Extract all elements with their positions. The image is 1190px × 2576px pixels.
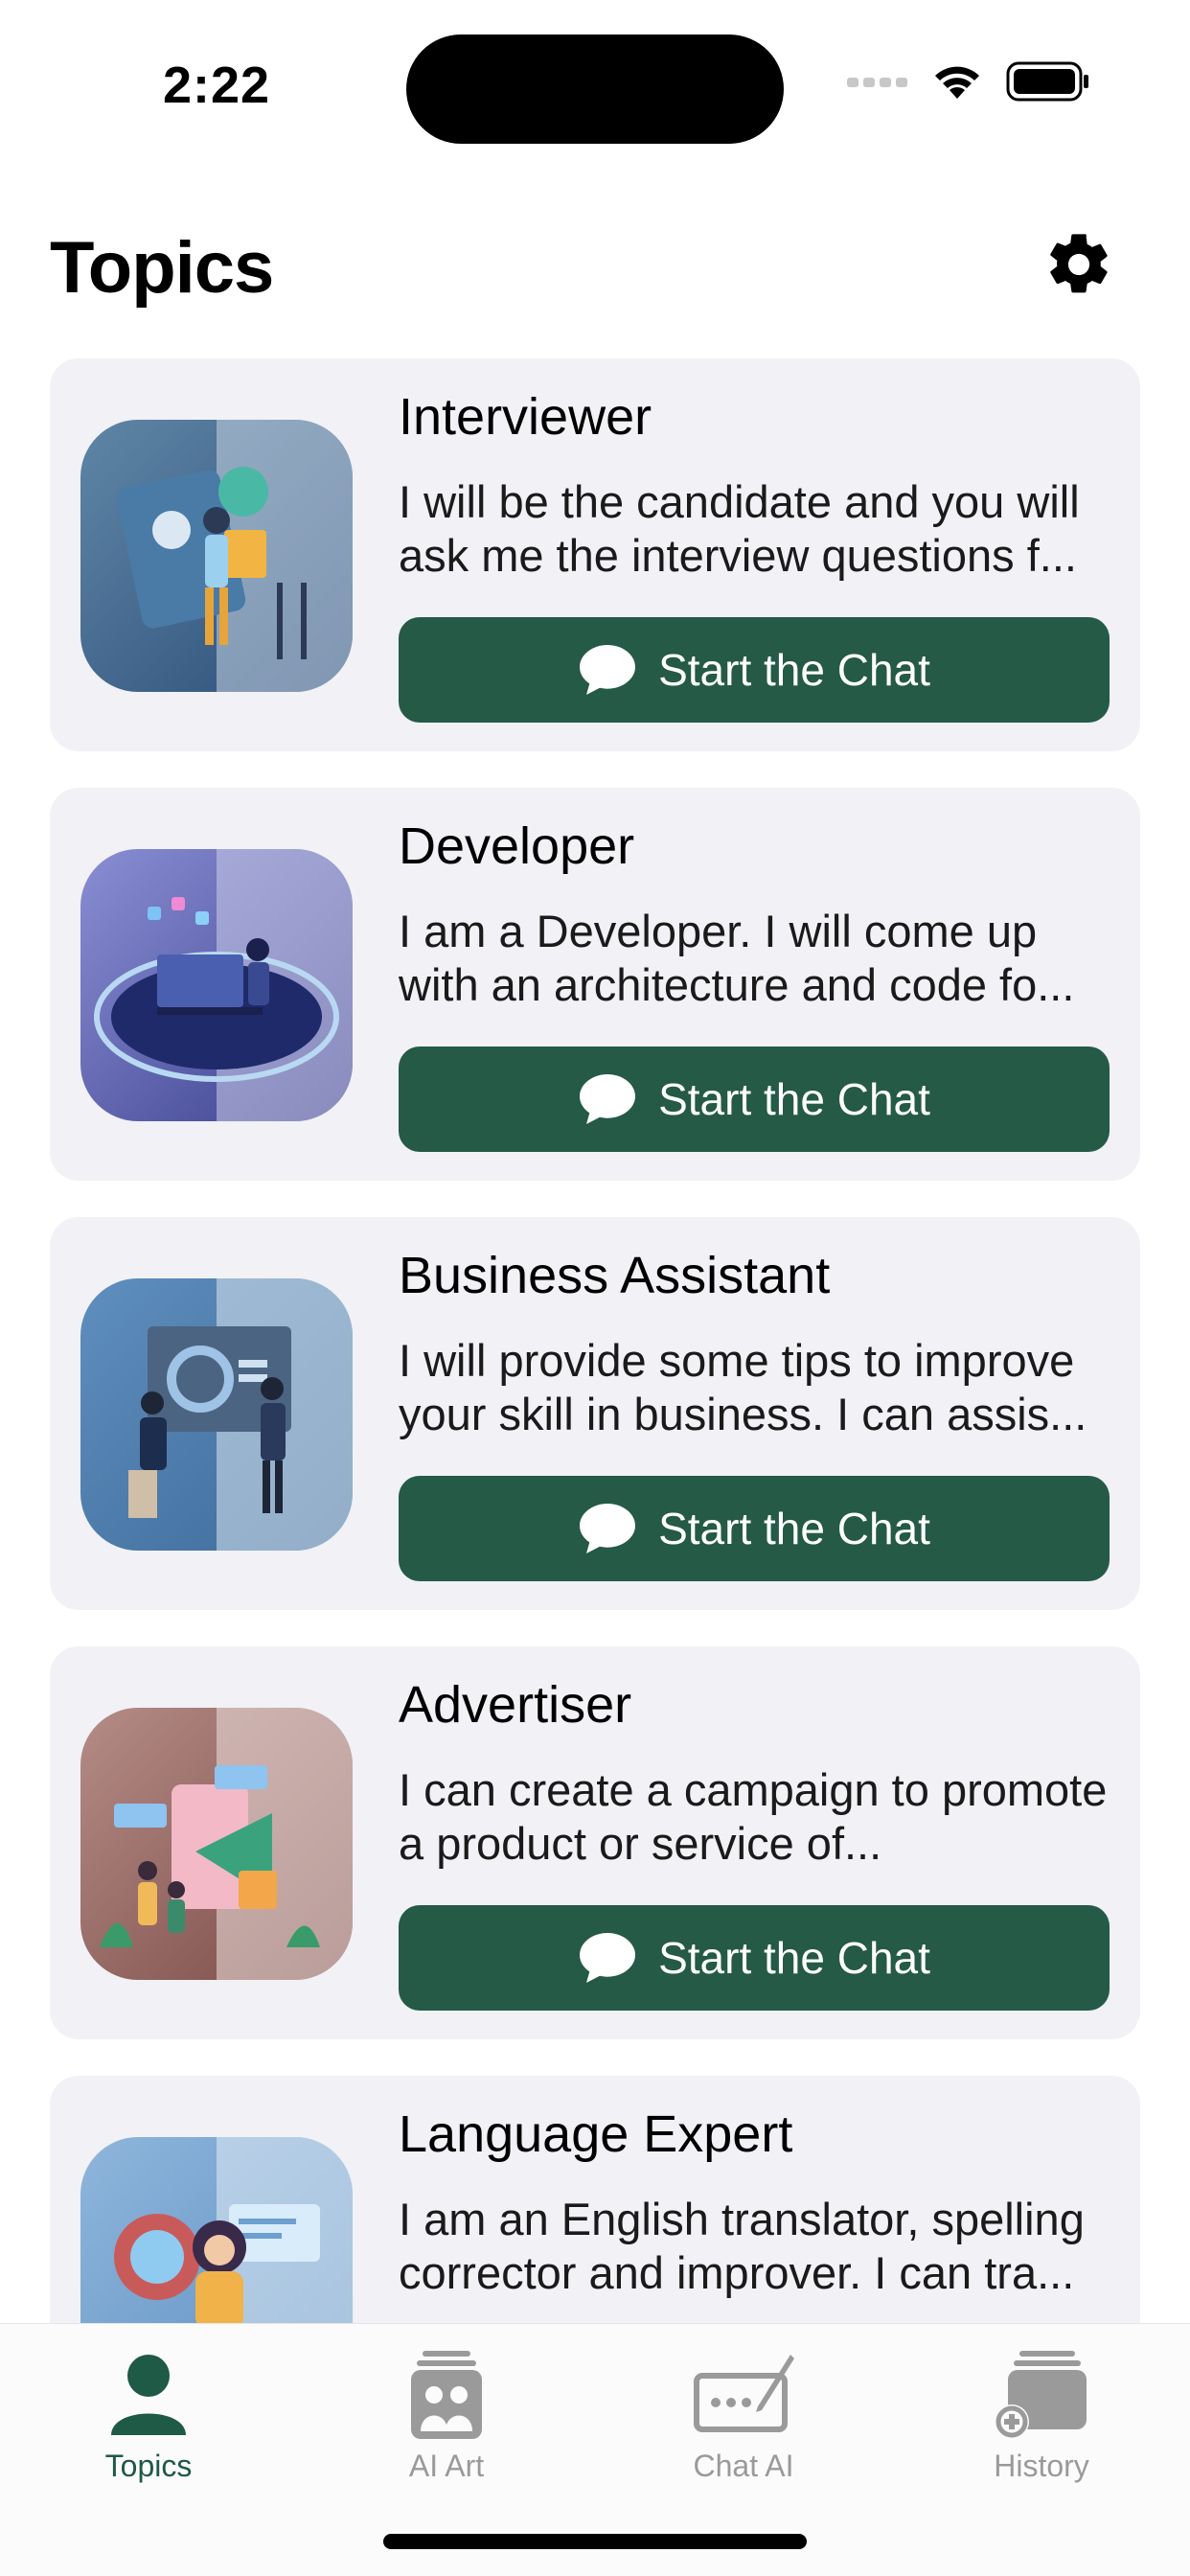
topic-description: I can create a campaign to promote a pro… xyxy=(399,1764,1108,1869)
topic-title: Language Expert xyxy=(399,2105,793,2163)
tab-label: AI Art xyxy=(408,2449,485,2483)
topics-screen: 2:22 Topics Interviewer I will be the ca… xyxy=(0,0,1190,2576)
start-chat-label: Start the Chat xyxy=(658,645,930,695)
battery-icon xyxy=(1006,61,1088,102)
developer-illustration xyxy=(80,849,353,1121)
interviewer-illustration xyxy=(80,420,353,692)
tab-label: Chat AI xyxy=(693,2449,794,2483)
topic-card-language-expert[interactable]: Language Expert I am an English translat… xyxy=(50,2076,1140,2323)
topic-description: I am an English translator, spelling cor… xyxy=(399,2194,1085,2298)
topics-list[interactable]: Interviewer I will be the candidate and … xyxy=(50,358,1140,2323)
topic-description: I am a Developer. I will come up with an… xyxy=(399,906,1075,1010)
chat-ai-icon xyxy=(694,2355,794,2432)
page-title: Topics xyxy=(50,227,274,309)
start-chat-label: Start the Chat xyxy=(658,1074,930,1124)
topic-card-business-assistant[interactable]: Business Assistant I will provide some t… xyxy=(50,1217,1140,1610)
tab-chat-ai[interactable]: Chat AI xyxy=(629,2347,858,2484)
start-chat-button[interactable]: Start the Chat xyxy=(399,1905,1110,2011)
start-chat-button[interactable]: Start the Chat xyxy=(399,617,1110,723)
chat-bubble-icon xyxy=(580,1074,636,1124)
tab-topics[interactable]: Topics xyxy=(34,2347,263,2484)
chat-bubble-icon xyxy=(580,645,636,695)
topic-description: I will provide some tips to improve your… xyxy=(399,1335,1087,1439)
topic-card-developer[interactable]: Developer I am a Developer. I will come … xyxy=(50,788,1140,1181)
home-indicator xyxy=(383,2534,807,2549)
topic-card-interviewer[interactable]: Interviewer I will be the candidate and … xyxy=(50,358,1140,751)
start-chat-label: Start the Chat xyxy=(658,1504,930,1553)
history-icon xyxy=(995,2351,1087,2439)
topic-title: Interviewer xyxy=(399,388,652,446)
topic-title: Developer xyxy=(399,817,635,875)
status-icons xyxy=(847,61,1090,102)
start-chat-button[interactable]: Start the Chat xyxy=(399,1046,1110,1152)
tab-ai-art[interactable]: AI Art xyxy=(332,2347,561,2484)
topic-title: Advertiser xyxy=(399,1676,632,1734)
start-chat-button[interactable]: Start the Chat xyxy=(399,1476,1110,1581)
chat-bubble-icon xyxy=(580,1504,636,1553)
status-time: 2:22 xyxy=(163,57,271,114)
wifi-icon xyxy=(935,66,979,99)
advertiser-illustration xyxy=(80,1708,353,1980)
business-assistant-illustration xyxy=(80,1278,353,1551)
ai-art-icon xyxy=(411,2351,482,2439)
topic-description: I will be the candidate and you will ask… xyxy=(399,476,1080,581)
cellular-signal-icon xyxy=(847,78,907,87)
tab-label: Topics xyxy=(104,2449,193,2483)
chat-bubble-icon xyxy=(580,1933,636,1983)
topic-title: Business Assistant xyxy=(399,1247,831,1304)
person-icon xyxy=(111,2355,186,2435)
topic-card-advertiser[interactable]: Advertiser I can create a campaign to pr… xyxy=(50,1646,1140,2039)
tab-history[interactable]: History xyxy=(927,2347,1156,2484)
language-expert-illustration xyxy=(80,2137,353,2323)
gear-icon[interactable] xyxy=(1042,228,1115,301)
tab-label: History xyxy=(994,2449,1089,2483)
start-chat-label: Start the Chat xyxy=(658,1933,930,1983)
dynamic-island xyxy=(406,34,784,144)
